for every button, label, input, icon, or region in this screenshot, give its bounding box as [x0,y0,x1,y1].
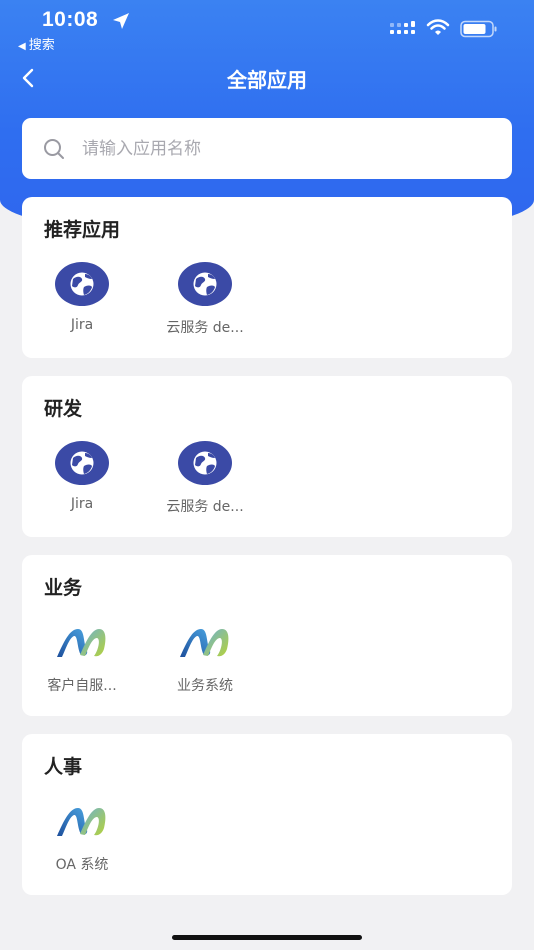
status-bar: 10:08 ◀ 搜索 [0,0,534,56]
app-label: 云服务 de... [166,499,244,515]
globe-icon [54,440,110,486]
page-title: 全部应用 [227,68,307,92]
section-card-recommended: 推荐应用 Jira 云服务 de... [22,197,512,358]
app-item-oa-system[interactable]: OA 系统 [27,798,137,878]
section-title: 研发 [44,398,83,420]
globe-icon [54,261,110,307]
brand-logo-icon [177,619,233,665]
status-time: 10:08 [42,8,99,31]
search-input[interactable] [82,138,462,159]
location-arrow-icon [113,13,129,29]
section-card-business: 业务 客户自服... 业务系统 [22,555,512,716]
section-card-rnd: 研发 Jira 云服务 de... [22,376,512,537]
section-title: 推荐应用 [44,219,121,241]
app-item-cloud-service[interactable]: 云服务 de... [150,440,260,520]
search-icon [44,138,64,159]
app-item-business-system[interactable]: 业务系统 [150,619,260,699]
app-label: 业务系统 [177,678,233,694]
app-item-jira[interactable]: Jira [27,440,137,520]
globe-icon [177,261,233,307]
app-item-jira[interactable]: Jira [27,261,137,341]
section-card-hr: 人事 OA 系统 [22,734,512,895]
app-label: OA 系统 [55,857,109,873]
section-title: 人事 [44,756,83,778]
brand-logo-icon [54,619,110,665]
app-item-cloud-service[interactable]: 云服务 de... [150,261,260,341]
nav-bar: 全部应用 [0,58,534,98]
app-item-customer-self-service[interactable]: 客户自服... [27,619,137,699]
app-label: Jira [70,317,94,333]
back-app-label: 搜索 [28,38,55,53]
battery-icon [460,20,497,38]
app-label: 客户自服... [47,678,117,694]
back-triangle-icon: ◀ [18,41,26,52]
app-label: 云服务 de... [166,320,244,336]
section-title: 业务 [44,577,83,599]
brand-logo-icon [54,798,110,844]
search-bar[interactable] [22,118,512,179]
app-label: Jira [70,496,94,512]
back-to-app-link[interactable]: ◀ 搜索 [18,34,55,53]
cellular-signal-icon [390,21,415,34]
wifi-icon [426,19,450,35]
globe-icon [177,440,233,486]
home-indicator[interactable] [172,935,362,940]
